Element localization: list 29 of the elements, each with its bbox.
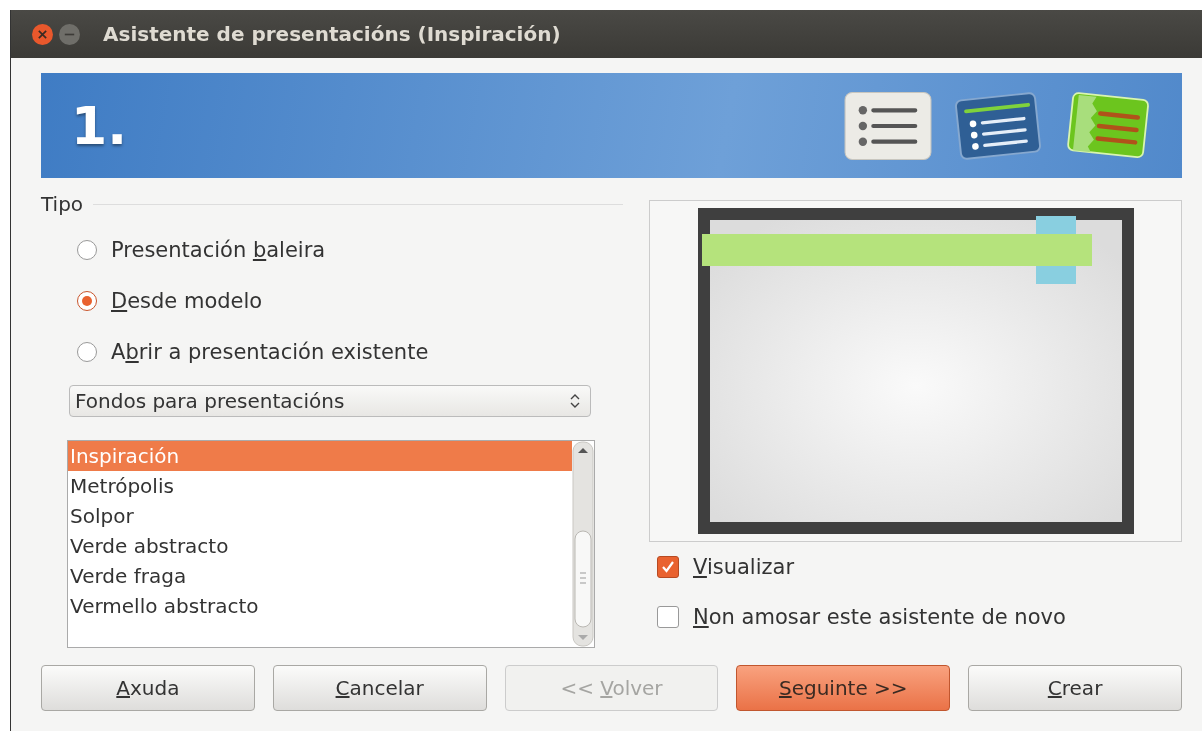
radio-label[interactable]: Abrir a presentación existente xyxy=(111,339,429,364)
checkmark-icon xyxy=(660,559,676,575)
radio-label[interactable]: Desde modelo xyxy=(111,288,263,313)
scrollbar[interactable] xyxy=(572,441,594,647)
template-list-item[interactable]: Verde fraga xyxy=(68,561,572,591)
template-list-item[interactable]: Vermello abstracto xyxy=(68,591,572,621)
list-icon xyxy=(844,90,932,161)
close-icon[interactable] xyxy=(31,22,54,46)
checkbox[interactable] xyxy=(657,606,679,628)
dialog-button[interactable]: Crear xyxy=(968,665,1182,711)
template-list-item[interactable]: Metrópolis xyxy=(68,471,572,501)
group-title: Tipo xyxy=(41,192,84,216)
radio-button[interactable] xyxy=(77,239,97,260)
dialog-button[interactable]: Cancelar xyxy=(272,665,487,711)
checkbox-label[interactable]: Non amosar este asistente de novo xyxy=(693,605,1066,629)
minimize-icon[interactable] xyxy=(58,22,81,46)
template-list-item[interactable]: Verde abstracto xyxy=(68,531,572,561)
dialog-button[interactable]: Axuda xyxy=(41,665,255,711)
radio-button[interactable] xyxy=(77,290,97,311)
step-number: 1. xyxy=(71,95,127,156)
template-category-dropdown[interactable]: Fondos para presentacións xyxy=(69,385,591,417)
dialog-button[interactable]: Seguinte >> xyxy=(736,665,951,711)
radio-button[interactable] xyxy=(77,341,97,362)
checkbox[interactable] xyxy=(657,556,679,578)
checkbox-label[interactable]: Visualizar xyxy=(693,555,795,579)
radio-label[interactable]: Presentación baleira xyxy=(111,237,326,262)
template-list-item[interactable]: Solpor xyxy=(68,501,572,531)
spinner-arrows-icon xyxy=(570,392,580,410)
window-title: Asistente de presentacións (Inspiración) xyxy=(103,22,561,46)
